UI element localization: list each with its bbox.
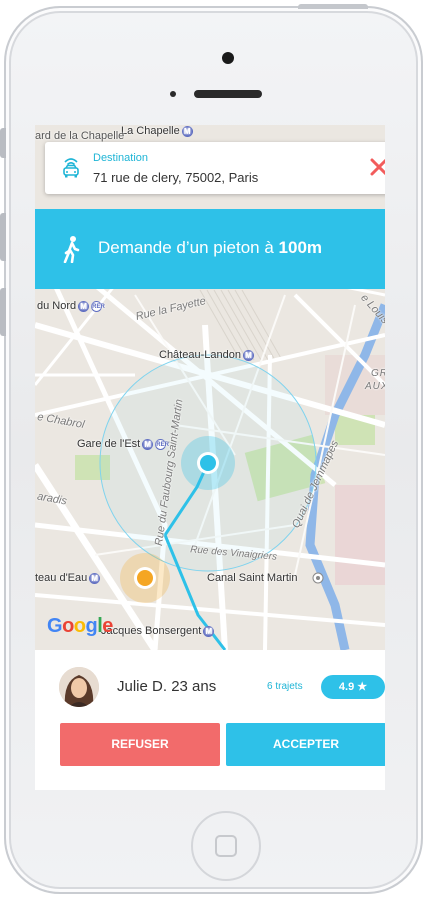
accept-button[interactable]: ACCEPTER: [226, 723, 385, 766]
volume-up-button: [0, 213, 6, 261]
map-label-jacques-bonsergent: Jacques Bonsergent M: [101, 625, 215, 637]
map-label-gare-est: Gare de l'Est M RER: [77, 438, 169, 450]
map-view[interactable]: La Chapelle M ard de la Chapelle du Nord M…: [35, 125, 385, 650]
google-logo: Google: [47, 615, 113, 637]
car-signal-icon: [63, 158, 79, 178]
pedestrian-icon: [63, 236, 80, 263]
avatar[interactable]: [59, 667, 99, 707]
proximity-sensor: [170, 91, 176, 97]
map-label-chapelle-street: ard de la Chapelle: [35, 130, 125, 142]
banner-message: Demande d’un pieton à 100m: [98, 238, 323, 257]
request-panel: Julie D. 23 ans 6 trajets 4.9 ★ REFUSER …: [35, 650, 385, 790]
destination-label: Destination: [93, 152, 149, 164]
refuse-button[interactable]: REFUSER: [60, 723, 220, 766]
map-label-chateau-landon: Château-Landon M: [159, 349, 254, 361]
map-label-canal-saint-martin: Canal Saint Martin: [207, 572, 298, 584]
map-label-du-nord: du Nord M RER: [37, 300, 105, 312]
power-button: [298, 4, 368, 9]
destination-address: 71 rue de clery, 75002, Paris: [93, 170, 259, 185]
map-label-chateau-eau: teau d'Eau M: [35, 572, 101, 584]
volume-down-button: [0, 288, 6, 336]
app-screen: La Chapelle M ard de la Chapelle du Nord M…: [35, 125, 385, 790]
trips-count: 6 trajets: [267, 681, 303, 692]
user-name-age: Julie D. 23 ans: [117, 678, 217, 695]
mute-switch: [0, 128, 6, 158]
map-label-aux-b: AUX B: [365, 381, 385, 392]
rating-badge: 4.9 ★: [321, 675, 385, 699]
front-camera: [222, 52, 234, 64]
home-button[interactable]: [191, 811, 261, 881]
destination-card[interactable]: Destination 71 rue de clery, 75002, Pari…: [45, 142, 385, 194]
map-label-la-chapelle: La Chapelle M: [121, 125, 193, 137]
pedestrian-request-banner: Demande d’un pieton à 100m: [35, 209, 385, 289]
earpiece-speaker: [194, 90, 262, 98]
map-label-gra: GRA: [371, 368, 385, 379]
avatar-photo: [59, 667, 99, 707]
close-icon[interactable]: [368, 156, 385, 178]
